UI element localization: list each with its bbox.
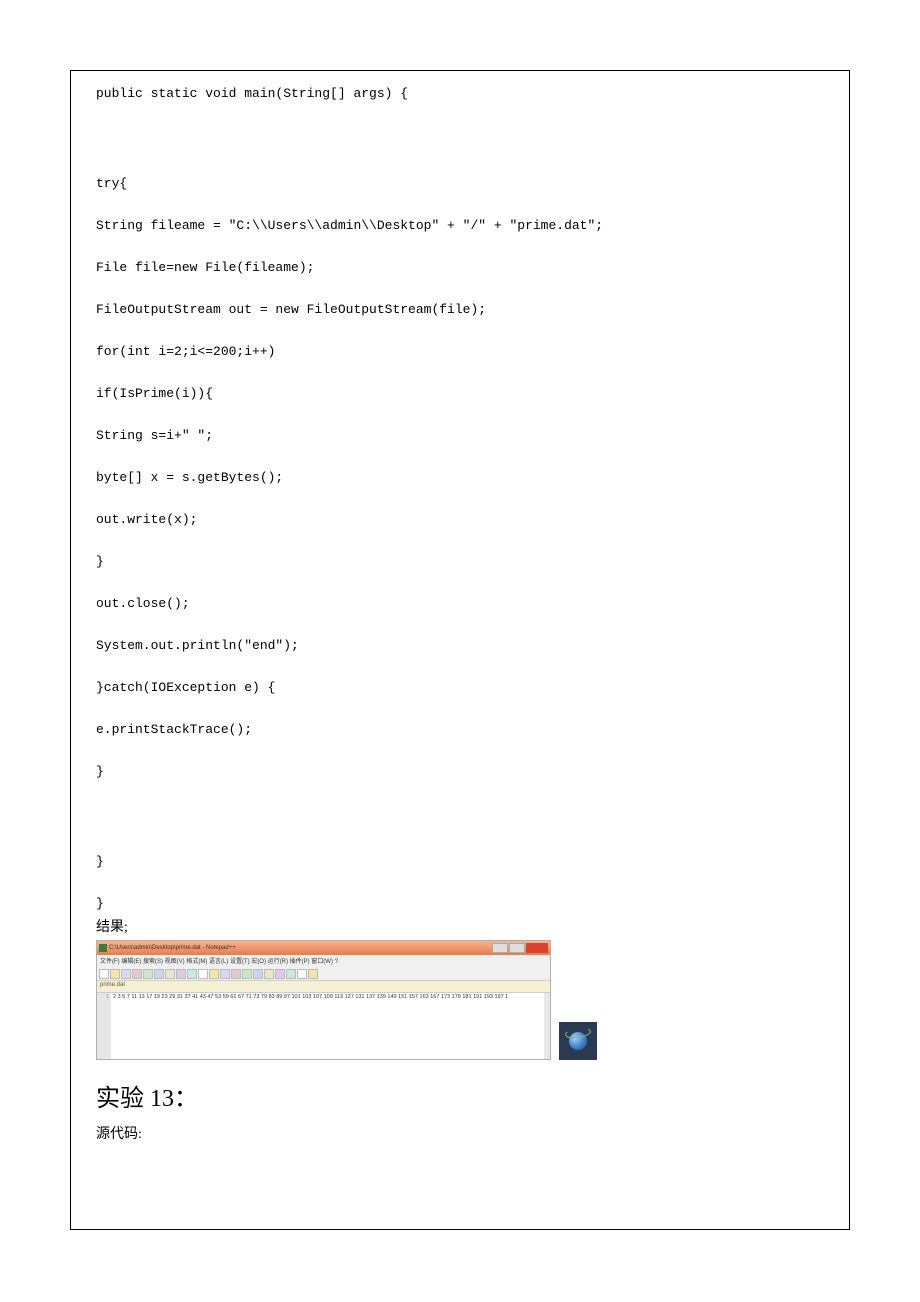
file-content-line: 2 3 5 7 11 13 17 19 23 29 31 37 41 43 47… xyxy=(113,994,508,1000)
result-label: 结果; xyxy=(96,916,824,936)
code-line: System.out.println("end"); xyxy=(96,638,824,656)
close-file-icon[interactable] xyxy=(143,969,153,979)
macro-play-icon[interactable] xyxy=(308,969,318,979)
code-line: FileOutputStream out = new FileOutputStr… xyxy=(96,302,824,320)
new-file-icon[interactable] xyxy=(99,969,109,979)
code-line: File file=new File(fileame); xyxy=(96,260,824,278)
browser-thumbnail xyxy=(559,1022,597,1060)
menu-bar[interactable]: 文件(F) 编辑(E) 搜索(S) 视图(V) 格式(M) 语言(L) 设置(T… xyxy=(97,955,550,967)
heading-number: 13 xyxy=(150,1086,174,1112)
open-file-icon[interactable] xyxy=(110,969,120,979)
code-line: } xyxy=(96,896,824,914)
close-button[interactable] xyxy=(526,943,548,953)
file-tab[interactable]: prime.dat xyxy=(97,981,550,993)
gutter-line-number: 1 xyxy=(99,994,109,1000)
show-chars-icon[interactable] xyxy=(275,969,285,979)
globe-icon xyxy=(569,1032,587,1050)
code-line: String fileame = "C:\\Users\\admin\\Desk… xyxy=(96,218,824,236)
zoom-in-icon[interactable] xyxy=(242,969,252,979)
section-heading: 实验 13： xyxy=(96,1078,824,1113)
code-line: out.close(); xyxy=(96,596,824,614)
code-line: } xyxy=(96,854,824,872)
code-line: }catch(IOException e) { xyxy=(96,680,824,698)
heading-prefix: 实验 xyxy=(96,1086,150,1112)
cut-icon[interactable] xyxy=(165,969,175,979)
paste-icon[interactable] xyxy=(187,969,197,979)
app-icon xyxy=(99,944,107,952)
undo-icon[interactable] xyxy=(198,969,208,979)
save-all-icon[interactable] xyxy=(132,969,142,979)
replace-icon[interactable] xyxy=(231,969,241,979)
screenshot-row: C:\Users\admin\Desktop\prime.dat - Notep… xyxy=(96,940,824,1060)
redo-icon[interactable] xyxy=(209,969,219,979)
titlebar: C:\Users\admin\Desktop\prime.dat - Notep… xyxy=(97,941,550,955)
toolbar xyxy=(97,967,550,981)
globe-ring-icon xyxy=(564,1026,591,1040)
minimize-button[interactable] xyxy=(492,943,508,953)
heading-suffix: ： xyxy=(174,1086,198,1112)
code-line: try{ xyxy=(96,176,824,194)
code-line: for(int i=2;i<=200;i++) xyxy=(96,344,824,362)
code-line: out.write(x); xyxy=(96,512,824,530)
source-code-label: 源代码: xyxy=(96,1123,824,1143)
print-icon[interactable] xyxy=(154,969,164,979)
macro-record-icon[interactable] xyxy=(297,969,307,979)
file-tab-label: prime.dat xyxy=(100,982,125,988)
find-icon[interactable] xyxy=(220,969,230,979)
wrap-icon[interactable] xyxy=(264,969,274,979)
code-line: } xyxy=(96,554,824,572)
editor-content: 1 2 3 5 7 11 13 17 19 23 29 31 37 41 43 … xyxy=(97,993,550,1059)
code-line: public static void main(String[] args) { xyxy=(96,86,824,104)
indent-guide-icon[interactable] xyxy=(286,969,296,979)
code-line: String s=i+" "; xyxy=(96,428,824,446)
code-line: if(IsPrime(i)){ xyxy=(96,386,824,404)
maximize-button[interactable] xyxy=(509,943,525,953)
zoom-out-icon[interactable] xyxy=(253,969,263,979)
line-gutter: 1 xyxy=(97,993,111,1059)
vertical-scrollbar[interactable] xyxy=(544,993,550,1059)
editor-text-area[interactable]: 2 3 5 7 11 13 17 19 23 29 31 37 41 43 47… xyxy=(111,993,544,1059)
code-line: } xyxy=(96,764,824,782)
copy-icon[interactable] xyxy=(176,969,186,979)
document-page: public static void main(String[] args) {… xyxy=(70,70,850,1230)
notepad-window: C:\Users\admin\Desktop\prime.dat - Notep… xyxy=(96,940,551,1060)
code-line: e.printStackTrace(); xyxy=(96,722,824,740)
save-icon[interactable] xyxy=(121,969,131,979)
window-title: C:\Users\admin\Desktop\prime.dat - Notep… xyxy=(109,945,236,951)
code-line: byte[] x = s.getBytes(); xyxy=(96,470,824,488)
